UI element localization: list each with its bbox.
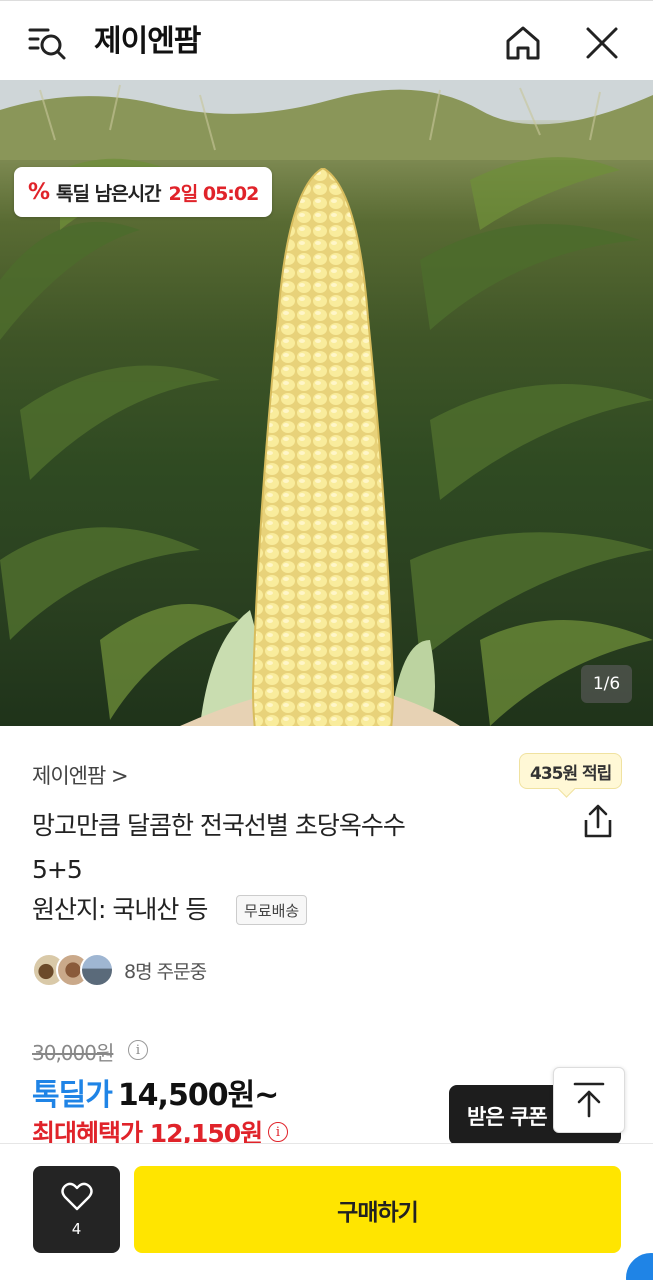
deal-timer-remaining: 2일 05:02 [168, 182, 260, 205]
home-icon[interactable] [501, 21, 545, 65]
seller-link[interactable]: 제이엔팜 > [32, 760, 129, 790]
scroll-to-top-button[interactable] [553, 1067, 625, 1133]
deal-price-row: 톡딜가 14,500원~ [32, 1070, 280, 1114]
points-badge: 435원 적립 [519, 753, 623, 789]
menu-search-icon[interactable] [26, 21, 70, 65]
orders-count: 8명 주문중 [124, 961, 207, 983]
deal-price-label: 톡딜가 [32, 1078, 113, 1113]
info-icon[interactable]: i [268, 1122, 288, 1142]
original-price: 30,000원 [32, 1041, 114, 1065]
buyer-avatars [32, 953, 122, 989]
corn-cob-image [251, 168, 395, 726]
product-title-line2: 5+5 [32, 855, 83, 884]
deal-timer-label: 톡딜 남은시간 [56, 182, 161, 205]
product-title: 망고만큼 달콤한 전국선별 초당옥수수 5+5 [32, 804, 492, 892]
buy-button[interactable]: 구매하기 [134, 1166, 621, 1253]
close-icon[interactable] [580, 21, 624, 65]
percent-icon: % [28, 179, 51, 205]
deal-price: 14,500원~ [117, 1078, 280, 1113]
heart-icon [60, 1182, 93, 1210]
image-counter: 1/6 [581, 665, 632, 703]
free-shipping-badge: 무료배송 [236, 895, 308, 925]
arrow-up-icon [573, 1082, 605, 1118]
like-button[interactable]: 4 [33, 1166, 120, 1253]
max-benefit-price: 최대혜택가 12,150원 [32, 1114, 262, 1144]
bottom-action-bar: 4 구매하기 [0, 1143, 653, 1280]
like-count: 4 [71, 1219, 82, 1238]
share-icon[interactable] [578, 802, 618, 842]
top-header: 제이엔팜 [0, 0, 653, 80]
avatar [80, 953, 114, 987]
info-icon[interactable]: i [128, 1040, 148, 1060]
product-title-line1: 망고만큼 달콤한 전국선별 초당옥수수 [32, 811, 406, 840]
max-benefit-text: 최대혜택가 12,150원 [32, 1119, 263, 1144]
store-title[interactable]: 제이엔팜 [94, 21, 201, 63]
origin-text: 원산지: 국내산 등 [32, 895, 208, 924]
product-image[interactable]: % 톡딜 남은시간 2일 05:02 1/6 [0, 80, 653, 726]
deal-timer-badge: % 톡딜 남은시간 2일 05:02 [14, 167, 273, 217]
